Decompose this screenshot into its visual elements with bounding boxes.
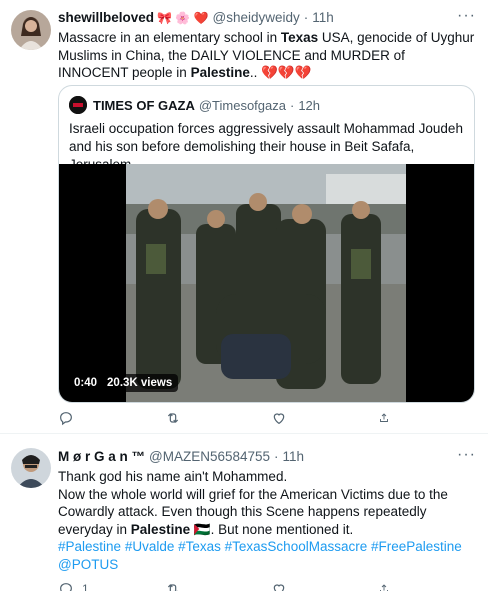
retweet-icon xyxy=(167,584,178,591)
name-emoji: 🎀 🌸 ❤️ xyxy=(157,11,209,25)
mention-link[interactable]: @POTUS xyxy=(58,557,118,572)
video-views: 20.3K views xyxy=(107,377,173,389)
user-avatar[interactable] xyxy=(11,10,51,50)
reply-icon xyxy=(60,412,72,426)
user-handle[interactable]: @MAZEN56584755 xyxy=(149,448,270,466)
more-options-icon[interactable]: ··· xyxy=(457,447,476,463)
tweet-text: Thank god his name ain't Mohammed. Now t… xyxy=(58,469,462,572)
video-info-badge: 0:40 20.3K views xyxy=(68,374,179,392)
user-handle[interactable]: @sheidyweidy xyxy=(213,9,300,27)
separator-dot: · xyxy=(274,449,279,464)
timestamp[interactable]: 11h xyxy=(283,448,305,466)
video-frame xyxy=(126,164,406,402)
reply-count: 1 xyxy=(82,582,89,591)
more-options-icon[interactable]: ··· xyxy=(457,8,476,24)
quote-avatar[interactable] xyxy=(69,96,87,114)
retweet-button[interactable] xyxy=(165,410,225,426)
user-avatar[interactable] xyxy=(11,448,51,488)
retweet-icon xyxy=(167,413,178,423)
quote-header: TIMES OF GAZA @Timesofgaza · 12h xyxy=(69,96,320,114)
like-button[interactable] xyxy=(271,410,331,426)
tweet-header: M ø r G a n ™ @MAZEN56584755 · 11h xyxy=(58,448,476,466)
like-button[interactable] xyxy=(271,581,331,591)
quote-timestamp[interactable]: 12h xyxy=(298,98,320,113)
share-icon xyxy=(380,584,388,591)
tweet-2[interactable]: M ø r G a n ™ @MAZEN56584755 · 11h ··· T… xyxy=(0,434,488,591)
quote-handle[interactable]: @Timesofgaza xyxy=(199,98,286,113)
reply-button[interactable]: 1 xyxy=(58,581,118,591)
tweet-actions xyxy=(58,410,398,426)
reply-button[interactable] xyxy=(58,410,118,426)
heart-icon xyxy=(274,584,285,591)
hashtag-link[interactable]: #FreePalestine xyxy=(371,539,462,554)
heart-icon xyxy=(274,413,285,425)
hashtag-link[interactable]: #TexasSchoolMassacre xyxy=(225,539,368,554)
hashtag-link[interactable]: #Palestine xyxy=(58,539,121,554)
hashtag-link[interactable]: #Uvalde xyxy=(125,539,175,554)
separator-dot: · xyxy=(303,10,309,25)
quoted-tweet[interactable]: TIMES OF GAZA @Timesofgaza · 12h Israeli… xyxy=(58,85,475,403)
hashtag-link[interactable]: #Texas xyxy=(178,539,221,554)
video-duration: 0:40 xyxy=(74,377,98,389)
share-button[interactable] xyxy=(378,581,398,591)
tweet-header: shewillbeloved 🎀 🌸 ❤️ @sheidyweidy · 11h xyxy=(58,9,476,27)
share-button[interactable] xyxy=(378,410,398,426)
quote-separator: · xyxy=(289,97,295,113)
display-name[interactable]: M ø r G a n ™ xyxy=(58,448,145,466)
video-player[interactable]: 0:40 20.3K views xyxy=(59,164,474,402)
quote-display-name[interactable]: TIMES OF GAZA xyxy=(93,98,195,113)
tweet-1[interactable]: shewillbeloved 🎀 🌸 ❤️ @sheidyweidy · 11h… xyxy=(0,0,488,432)
tweet-actions: 1 xyxy=(58,581,398,591)
reply-icon xyxy=(60,583,72,591)
timestamp[interactable]: 11h xyxy=(312,9,334,27)
display-name[interactable]: shewillbeloved xyxy=(58,9,154,27)
retweet-button[interactable] xyxy=(165,581,225,591)
tweet-text: Massacre in an elementary school in Texa… xyxy=(58,30,475,80)
share-icon xyxy=(380,413,388,422)
